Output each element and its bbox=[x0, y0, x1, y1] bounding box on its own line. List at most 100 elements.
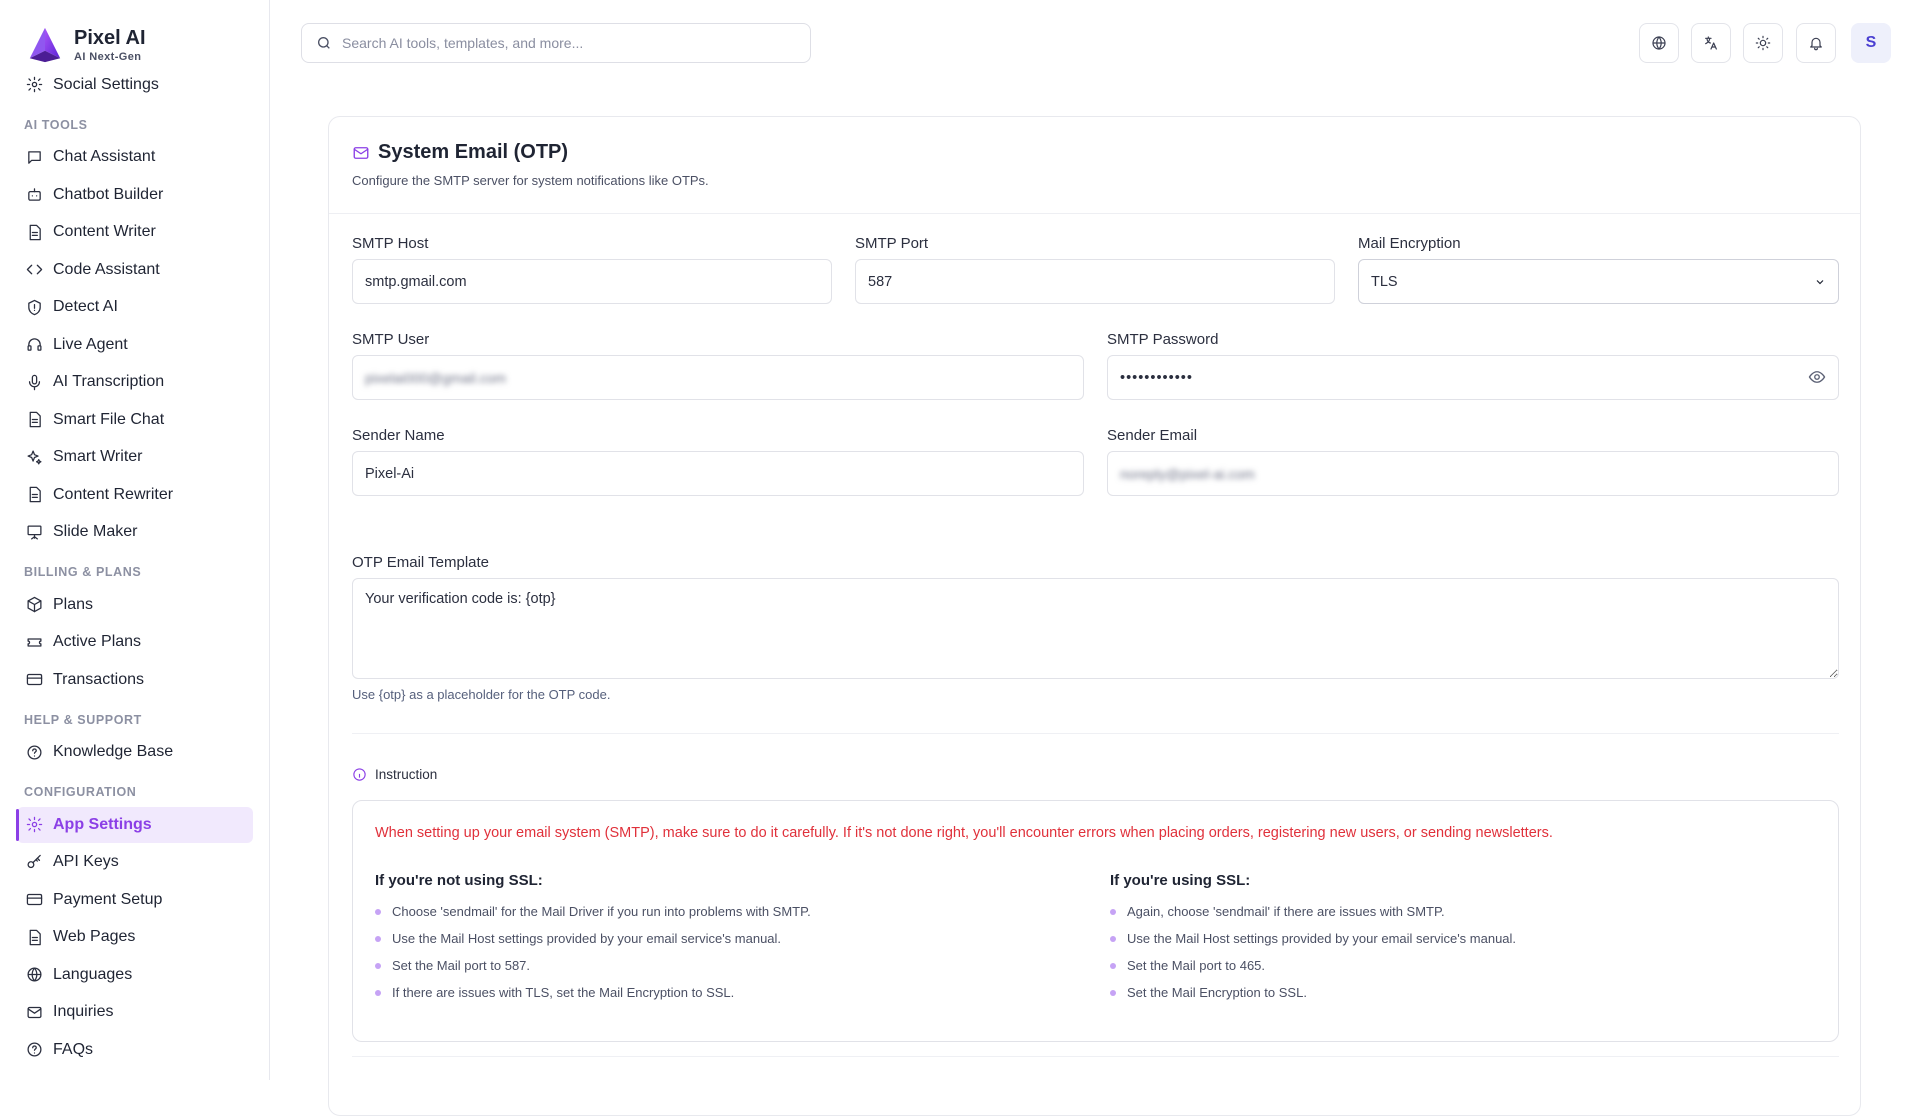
smtp-warning: When setting up your email system (SMTP)… bbox=[375, 825, 1553, 841]
brand-tagline: AI Next-Gen bbox=[74, 51, 142, 63]
shield-icon bbox=[28, 299, 41, 315]
no-ssl-title: If you're not using SSL: bbox=[375, 872, 543, 889]
sidebar-item-label: Smart Writer bbox=[53, 448, 143, 466]
sidebar-item-active-plans[interactable]: Active Plans bbox=[0, 624, 269, 662]
otp-template-textarea[interactable]: Your verification code is: {otp} bbox=[352, 578, 1839, 679]
sidebar-item-social-settings[interactable]: Social Settings bbox=[0, 66, 269, 104]
divider bbox=[352, 733, 1839, 734]
section-title-help: HELP & SUPPORT bbox=[24, 712, 142, 727]
mail-encryption-value: TLS bbox=[1371, 273, 1398, 290]
sidebar-item-languages[interactable]: Languages bbox=[0, 956, 269, 994]
card-subtitle: Configure the SMTP server for system not… bbox=[352, 173, 709, 188]
instruction-heading: Instruction bbox=[352, 767, 437, 782]
search-input[interactable] bbox=[342, 35, 782, 51]
bell-icon bbox=[1810, 37, 1822, 51]
sidebar-item-label: FAQs bbox=[53, 1040, 94, 1058]
sidebar-item-label: Detect AI bbox=[53, 298, 118, 316]
sidebar-item-label: Live Agent bbox=[53, 335, 128, 353]
mail-encryption-label: Mail Encryption bbox=[1358, 235, 1461, 252]
sidebar-item-code-assistant[interactable]: Code Assistant bbox=[0, 251, 269, 289]
sidebar-item-label: Social Settings bbox=[53, 75, 159, 93]
search-box[interactable] bbox=[301, 23, 811, 63]
sidebar-item-label: App Settings bbox=[53, 815, 152, 833]
smtp-password-label: SMTP Password bbox=[1107, 331, 1219, 348]
sidebar-item-label: Slide Maker bbox=[53, 523, 138, 541]
section-title-configuration: CONFIGURATION bbox=[24, 785, 137, 799]
card-title: System Email (OTP) bbox=[378, 141, 569, 163]
sidebar-item-ai-transcription[interactable]: AI Transcription bbox=[0, 364, 269, 402]
smtp-port-input[interactable] bbox=[855, 259, 1335, 304]
document-icon bbox=[29, 224, 41, 240]
smtp-user-value: pixelai000@gmail.com bbox=[365, 369, 507, 386]
translate-button[interactable] bbox=[1691, 23, 1731, 63]
sidebar-item-smart-writer[interactable]: Smart Writer bbox=[0, 439, 269, 477]
sidebar-item-faqs[interactable]: FAQs bbox=[0, 1031, 269, 1069]
gear-icon bbox=[26, 77, 43, 93]
sidebar-item-label: Inquiries bbox=[53, 1003, 114, 1021]
sidebar-item-chat-assistant[interactable]: Chat Assistant bbox=[0, 139, 269, 177]
sender-name-input[interactable] bbox=[352, 451, 1084, 496]
microphone-icon bbox=[28, 374, 41, 390]
section-title-billing: BILLING & PLANS bbox=[24, 565, 142, 579]
sidebar-item-plans[interactable]: Plans bbox=[0, 586, 269, 624]
brand[interactable]: Pixel AI AI Next-Gen bbox=[26, 26, 146, 64]
ssl-title: If you're using SSL: bbox=[1110, 872, 1251, 889]
sidebar-item-api-keys[interactable]: API Keys bbox=[0, 844, 269, 882]
language-button[interactable] bbox=[1639, 23, 1679, 63]
smtp-host-input[interactable] bbox=[352, 259, 832, 304]
theme-toggle-button[interactable] bbox=[1743, 23, 1783, 63]
sidebar-item-app-settings[interactable]: App Settings bbox=[0, 806, 269, 844]
avatar[interactable]: S bbox=[1851, 23, 1891, 63]
sidebar-item-slide-maker[interactable]: Slide Maker bbox=[0, 514, 269, 552]
sender-email-value: noreply@pixel-ai.com bbox=[1120, 465, 1255, 482]
sidebar-item-label: Languages bbox=[53, 965, 133, 983]
sidebar-item-label: Content Writer bbox=[53, 223, 156, 241]
smtp-user-input[interactable]: pixelai000@gmail.com bbox=[352, 355, 1084, 400]
otp-template-hint: Use {otp} as a placeholder for the OTP c… bbox=[352, 687, 611, 702]
sidebar-item-transactions[interactable]: Transactions bbox=[0, 661, 269, 699]
smtp-password-input[interactable] bbox=[1107, 355, 1839, 400]
divider bbox=[352, 1056, 1839, 1057]
mail-encryption-select[interactable]: TLS bbox=[1358, 259, 1839, 304]
sun-icon bbox=[1755, 35, 1771, 51]
instruction-box: When setting up your email system (SMTP)… bbox=[352, 800, 1839, 1042]
system-email-card: System Email (OTP) Configure the SMTP se… bbox=[328, 116, 1861, 1116]
instruction-title: Instruction bbox=[375, 767, 438, 782]
sidebar-item-label: Content Rewriter bbox=[53, 485, 174, 503]
sidebar-item-live-agent[interactable]: Live Agent bbox=[0, 326, 269, 364]
card-header: System Email (OTP) Configure the SMTP se… bbox=[329, 117, 1860, 214]
credit-card-icon bbox=[26, 674, 43, 686]
list-item: Set the Mail Encryption to SSL. bbox=[1110, 984, 1516, 1011]
sidebar-item-label: Chatbot Builder bbox=[53, 185, 164, 203]
code-icon bbox=[26, 264, 43, 275]
section-title-ai-tools: AI TOOLS bbox=[24, 117, 88, 132]
document-icon bbox=[29, 487, 41, 503]
list-item: Choose 'sendmail' for the Mail Driver if… bbox=[375, 903, 811, 930]
sidebar-item-label: Smart File Chat bbox=[53, 410, 165, 428]
list-item: Set the Mail port to 465. bbox=[1110, 957, 1516, 984]
sender-email-input[interactable]: noreply@pixel-ai.com bbox=[1107, 451, 1839, 496]
sidebar-item-chatbot-builder[interactable]: Chatbot Builder bbox=[0, 176, 269, 214]
help-circle-icon bbox=[27, 745, 42, 760]
mail-icon bbox=[353, 146, 369, 159]
globe-icon bbox=[1652, 36, 1666, 50]
presentation-icon bbox=[27, 525, 42, 540]
toggle-password-visibility[interactable] bbox=[1808, 368, 1826, 386]
sidebar-item-content-writer[interactable]: Content Writer bbox=[0, 214, 269, 252]
sidebar-item-detect-ai[interactable]: Detect AI bbox=[0, 289, 269, 327]
sidebar-item-inquiries[interactable]: Inquiries bbox=[0, 994, 269, 1032]
sidebar-nav: Social Settings AI TOOLS Chat Assistant … bbox=[0, 66, 269, 1069]
sidebar-item-knowledge-base[interactable]: Knowledge Base bbox=[0, 734, 269, 772]
sidebar-item-web-pages[interactable]: Web Pages bbox=[0, 919, 269, 957]
sidebar-item-label: Code Assistant bbox=[53, 260, 160, 278]
chat-icon bbox=[28, 150, 41, 164]
list-item: If there are issues with TLS, set the Ma… bbox=[375, 984, 811, 1011]
sparkles-icon bbox=[27, 450, 42, 465]
notifications-button[interactable] bbox=[1796, 23, 1836, 63]
sidebar-item-payment-setup[interactable]: Payment Setup bbox=[0, 881, 269, 919]
ssl-list: Again, choose 'sendmail' if there are is… bbox=[1110, 903, 1516, 1011]
headset-icon bbox=[27, 338, 42, 352]
document-icon bbox=[29, 929, 41, 945]
sidebar-item-content-rewriter[interactable]: Content Rewriter bbox=[0, 476, 269, 514]
sidebar-item-smart-file-chat[interactable]: Smart File Chat bbox=[0, 401, 269, 439]
